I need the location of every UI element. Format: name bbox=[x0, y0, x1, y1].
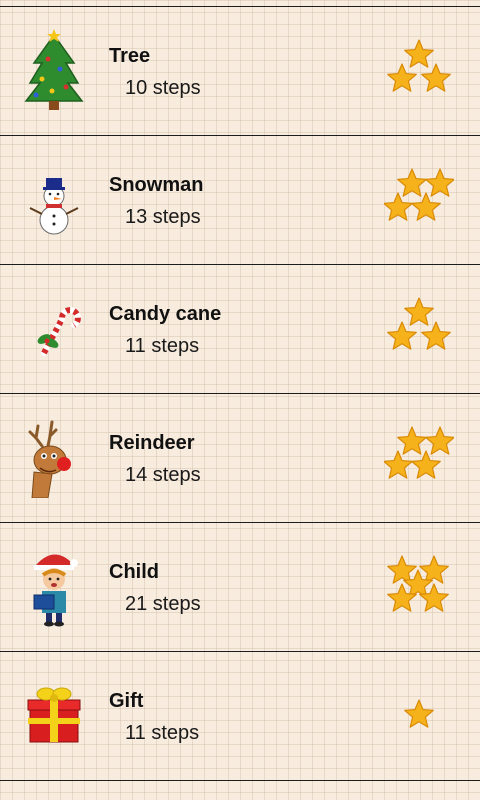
christmas-tree-icon bbox=[22, 29, 86, 111]
level-steps: 14 steps bbox=[125, 464, 201, 486]
star-icon bbox=[397, 168, 427, 197]
level-title: Candy cane bbox=[109, 303, 222, 325]
level-title: Snowman bbox=[109, 174, 204, 196]
star-icon bbox=[397, 426, 427, 455]
star-icon bbox=[421, 321, 451, 350]
level-row-tree[interactable]: Tree 10 steps bbox=[0, 6, 480, 135]
reindeer-icon bbox=[22, 416, 86, 498]
star-icon bbox=[404, 39, 434, 68]
star-icon bbox=[421, 63, 451, 92]
star-icon bbox=[425, 168, 454, 197]
star-rating bbox=[384, 682, 454, 748]
star-icon bbox=[419, 555, 449, 584]
star-icon bbox=[425, 426, 454, 455]
snowman-icon bbox=[22, 158, 86, 240]
level-title: Gift bbox=[109, 690, 144, 712]
level-steps: 13 steps bbox=[125, 206, 201, 228]
star-rating bbox=[384, 166, 454, 232]
level-steps: 11 steps bbox=[125, 335, 200, 357]
gift-icon bbox=[22, 674, 86, 756]
star-rating bbox=[384, 424, 454, 490]
child-icon bbox=[22, 545, 86, 627]
level-title: Reindeer bbox=[109, 432, 195, 454]
level-row-reindeer[interactable]: Reindeer 14 steps bbox=[0, 393, 480, 522]
star-icon bbox=[404, 699, 434, 728]
level-steps: 10 steps bbox=[125, 77, 201, 99]
star-rating bbox=[384, 553, 454, 619]
star-icon bbox=[411, 450, 441, 479]
level-row-candy-cane[interactable]: Candy cane 11 steps bbox=[0, 264, 480, 393]
star-icon bbox=[404, 297, 434, 326]
level-title: Child bbox=[109, 561, 159, 583]
level-steps: 11 steps bbox=[125, 722, 200, 744]
star-rating bbox=[384, 37, 454, 103]
level-steps: 21 steps bbox=[125, 593, 201, 615]
star-icon bbox=[384, 450, 413, 479]
star-icon bbox=[387, 63, 417, 92]
level-row-snowman[interactable]: Snowman 13 steps bbox=[0, 135, 480, 264]
level-list: Tree 10 steps Snowman 13 steps Candy can… bbox=[0, 6, 480, 781]
star-icon bbox=[387, 555, 417, 584]
candy-cane-icon bbox=[22, 287, 86, 369]
level-title: Tree bbox=[109, 45, 151, 67]
star-rating bbox=[384, 295, 454, 361]
star-icon bbox=[411, 192, 441, 221]
star-icon bbox=[384, 192, 413, 221]
level-row-gift[interactable]: Gift 11 steps bbox=[0, 651, 480, 781]
star-icon bbox=[387, 321, 417, 350]
level-row-child[interactable]: Child 21 steps bbox=[0, 522, 480, 651]
